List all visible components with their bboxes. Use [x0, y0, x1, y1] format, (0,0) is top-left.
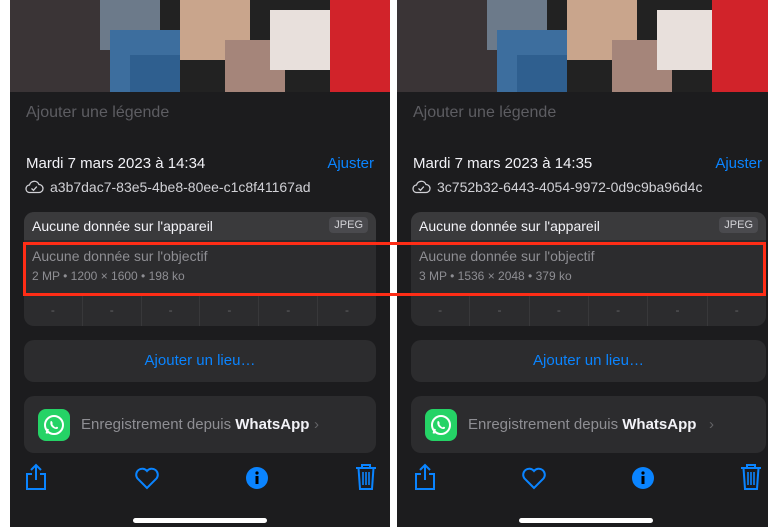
- exif-row: - - - - - -: [24, 295, 376, 326]
- exif-iso: -: [411, 295, 471, 326]
- chevron-right-icon: ›: [709, 416, 714, 433]
- source-prefix: Enregistrement depuis: [468, 416, 619, 433]
- home-indicator: [133, 518, 267, 523]
- whatsapp-icon: [425, 409, 457, 441]
- identifier-row: 3c752b32-6443-4054-9972-0d9c9ba96d4c: [411, 179, 702, 195]
- photo-thumbnail[interactable]: [10, 0, 390, 92]
- device-label: Aucune donnée sur l'appareil: [32, 218, 213, 234]
- exif-row: - - - - - -: [411, 295, 766, 326]
- heart-icon[interactable]: [521, 466, 547, 490]
- share-icon[interactable]: [413, 463, 437, 491]
- trash-icon[interactable]: [740, 463, 762, 491]
- source-app-name: WhatsApp: [235, 416, 310, 433]
- trash-icon[interactable]: [355, 463, 377, 491]
- cloud-check-icon: [25, 180, 44, 194]
- home-indicator: [519, 518, 653, 523]
- photo-date: Mardi 7 mars 2023 à 14:34: [26, 155, 206, 172]
- exif-ev: -: [142, 295, 201, 326]
- source-text: Enregistrement depuis WhatsApp: [81, 416, 309, 433]
- exif-extra: -: [734, 303, 739, 317]
- exif-ev: -: [530, 295, 589, 326]
- adjust-button[interactable]: Ajuster: [715, 155, 762, 172]
- source-app-row[interactable]: Enregistrement depuis WhatsApp ›: [411, 396, 766, 453]
- heart-icon[interactable]: [134, 466, 160, 490]
- exif-aperture: -: [200, 295, 260, 326]
- caption-field[interactable]: Ajouter une légende: [10, 92, 390, 135]
- caption-placeholder: Ajouter une légende: [26, 104, 170, 121]
- exif-shutter: -: [259, 295, 319, 326]
- device-header: Aucune donnée sur l'appareil JPEG: [24, 212, 376, 240]
- exif-iso: -: [24, 295, 83, 326]
- source-app-row[interactable]: Enregistrement depuis WhatsApp ›: [24, 396, 376, 453]
- photo-date: Mardi 7 mars 2023 à 14:35: [413, 155, 593, 172]
- format-badge: JPEG: [329, 217, 368, 233]
- chevron-right-icon: ›: [314, 416, 319, 433]
- exif-focal: -: [470, 295, 530, 326]
- exif-shutter: -: [648, 295, 708, 326]
- cloud-check-icon: [412, 180, 431, 194]
- add-place-button[interactable]: Ajouter un lieu…: [24, 340, 376, 382]
- exif-extra: -: [345, 303, 350, 317]
- source-text: Enregistrement depuis WhatsApp: [468, 416, 696, 433]
- exif-focal: -: [83, 295, 142, 326]
- source-prefix: Enregistrement depuis: [81, 416, 232, 433]
- exif-aperture: -: [589, 295, 649, 326]
- photo-identifier: 3c752b32-6443-4054-9972-0d9c9ba96d4c: [437, 179, 703, 195]
- add-place-button[interactable]: Ajouter un lieu…: [411, 340, 766, 382]
- device-header: Aucune donnée sur l'appareil JPEG: [411, 212, 766, 240]
- whatsapp-icon: [38, 409, 70, 441]
- caption-field[interactable]: Ajouter une légende: [397, 92, 768, 135]
- photo-thumbnail[interactable]: [397, 0, 768, 92]
- bottom-toolbar: [397, 453, 768, 527]
- caption-placeholder: Ajouter une légende: [413, 104, 557, 121]
- format-badge: JPEG: [719, 217, 758, 233]
- share-icon[interactable]: [24, 463, 48, 491]
- source-app-name: WhatsApp: [622, 416, 697, 433]
- info-icon[interactable]: [631, 466, 655, 490]
- photo-identifier: a3b7dac7-83e5-4be8-80ee-c1c8f41167ad: [50, 179, 311, 195]
- device-label: Aucune donnée sur l'appareil: [419, 218, 600, 234]
- info-icon[interactable]: [245, 466, 269, 490]
- bottom-toolbar: [10, 453, 390, 527]
- adjust-button[interactable]: Ajuster: [327, 155, 374, 172]
- highlight-annotation-box: [23, 242, 766, 296]
- identifier-row: a3b7dac7-83e5-4be8-80ee-c1c8f41167ad: [24, 179, 311, 195]
